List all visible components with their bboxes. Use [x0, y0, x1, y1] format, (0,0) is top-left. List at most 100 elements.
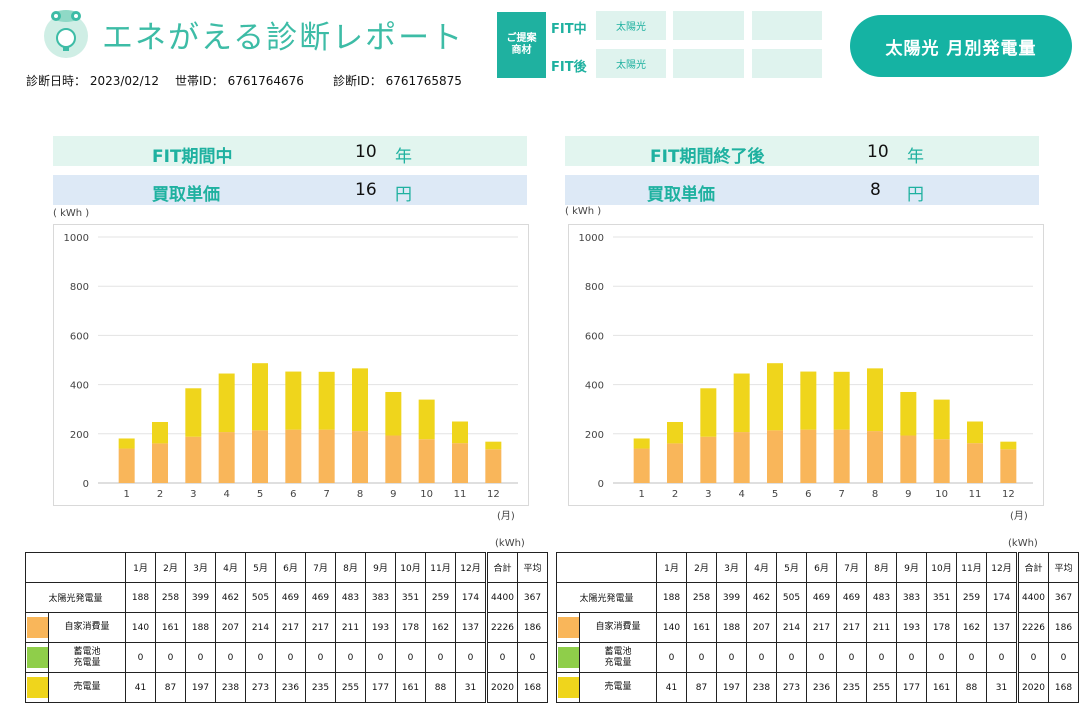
bar-self-consumption — [252, 430, 268, 483]
data-table-right: 1月 2月 3月 4月 5月 6月 7月 8月 9月 10月 11月 12月 合計 平均 太陽光発電量 188… — [556, 552, 1079, 703]
y-tick-label: 1000 — [64, 233, 89, 244]
bar-sold — [667, 421, 683, 444]
column-header: 合計 — [1016, 552, 1049, 583]
table-cell: 214 — [776, 612, 807, 643]
bar-sold — [900, 391, 917, 436]
table-cell: 207 — [215, 612, 246, 643]
x-tick-label: 11 — [969, 489, 982, 500]
row-label: 自家消費量 — [579, 612, 657, 643]
after-price-value: 8 — [870, 180, 881, 200]
column-header: 2月 — [155, 552, 186, 583]
price-bar — [53, 175, 527, 205]
table-cell: 462 — [746, 582, 777, 613]
table-cell: 469 — [806, 582, 837, 613]
table-cell: 483 — [335, 582, 366, 613]
table-cell: 505 — [776, 582, 807, 613]
table-cell: 238 — [746, 672, 777, 703]
fit-period-bar — [53, 136, 527, 166]
bar-self-consumption — [318, 429, 335, 483]
x-tick-label: 8 — [872, 489, 878, 500]
bar-self-consumption — [418, 439, 435, 483]
column-header: 7月 — [305, 552, 336, 583]
table-cell: 177 — [365, 672, 396, 703]
y-tick-label: 400 — [585, 381, 604, 392]
row-label: 売電量 — [48, 672, 126, 703]
table-cell: 186 — [1048, 612, 1079, 643]
bar-sold — [285, 371, 302, 430]
table-cell: 235 — [305, 672, 336, 703]
x-tick-label: 11 — [454, 489, 467, 500]
column-header: 平均 — [517, 552, 548, 583]
bar-sold — [633, 438, 650, 449]
table-cell: 0 — [956, 642, 987, 673]
legend-swatch — [556, 612, 580, 643]
fit-period-value: 10 — [355, 142, 377, 162]
fit-after-label: FIT後 — [551, 60, 587, 75]
x-tick-label: 12 — [487, 489, 500, 500]
fit-after-slot-3 — [752, 49, 822, 78]
row-label: 蓄電池 充電量 — [579, 642, 657, 673]
table-row: 太陽光発電量 188 258 399 462 505 469 469 483 383 351 259 1… — [556, 582, 1079, 613]
table-cell: 0 — [866, 642, 897, 673]
x-tick-label: 3 — [705, 489, 711, 500]
table-cell: 41 — [125, 672, 156, 703]
chart-left: 020040060080010001 2 3 4 5 6 7 8 9 10 11 12 — [53, 224, 529, 506]
price-value: 16 — [355, 180, 377, 200]
table-cell: 367 — [517, 582, 548, 613]
table-cell: 186 — [517, 612, 548, 643]
table-cell: 0 — [836, 642, 867, 673]
fit-during-product: 太陽光 — [596, 11, 666, 40]
y-tick-label: 600 — [70, 331, 89, 342]
table-cell: 383 — [896, 582, 927, 613]
table-cell: 0 — [335, 642, 366, 673]
table-cell: 0 — [806, 642, 837, 673]
table-cell: 178 — [926, 612, 957, 643]
bar-self-consumption — [667, 443, 683, 483]
table-cell: 41 — [656, 672, 687, 703]
table-cell: 162 — [956, 612, 987, 643]
report-title: エネがえる診断レポート — [102, 20, 465, 56]
fit-during-label: FIT中 — [551, 22, 587, 37]
y-tick-label: 800 — [585, 282, 604, 293]
after-price-label: 買取単価 — [647, 185, 715, 205]
table-cell: 211 — [335, 612, 366, 643]
table-row: 蓄電池 充電量 0 0 0 0 0 0 0 0 0 0 0 0 0 0 — [556, 642, 1079, 673]
header-blank — [556, 552, 657, 583]
column-header: 5月 — [776, 552, 807, 583]
bar-sold — [800, 371, 817, 430]
bar-sold — [118, 438, 135, 449]
row-label: 太陽光発電量 — [556, 582, 657, 613]
y-tick-label: 0 — [598, 479, 604, 490]
column-header: 6月 — [275, 552, 306, 583]
table-cell: 0 — [365, 642, 396, 673]
table-cell: 0 — [395, 642, 426, 673]
table-cell: 0 — [455, 642, 487, 673]
table-cell: 197 — [716, 672, 747, 703]
x-tick-label: 6 — [805, 489, 811, 500]
x-tick-label: 7 — [838, 489, 844, 500]
column-header: 3月 — [185, 552, 216, 583]
table-cell: 168 — [517, 672, 548, 703]
table-cell: 161 — [686, 612, 717, 643]
table-cell: 161 — [155, 612, 186, 643]
y-tick-label: 1000 — [579, 233, 604, 244]
table-cell: 0 — [1016, 642, 1049, 673]
column-header: 1月 — [656, 552, 687, 583]
monthly-generation-button[interactable]: 太陽光 月別発電量 — [850, 15, 1072, 77]
bar-sold — [967, 421, 983, 444]
bar-sold — [152, 421, 168, 444]
table-row: 蓄電池 充電量 0 0 0 0 0 0 0 0 0 0 0 0 0 0 — [25, 642, 548, 673]
table-cell: 462 — [215, 582, 246, 613]
fit-after-slot-2 — [673, 49, 744, 78]
bar-self-consumption — [152, 443, 168, 483]
bar-sold — [700, 388, 717, 437]
x-tick-label: 1 — [123, 489, 129, 500]
x-tick-label: 2 — [672, 489, 678, 500]
bar-self-consumption — [933, 439, 950, 483]
table-cell: 2226 — [1016, 612, 1049, 643]
table-cell: 162 — [425, 612, 456, 643]
table-cell: 0 — [716, 642, 747, 673]
table-cell: 193 — [365, 612, 396, 643]
table-cell: 258 — [686, 582, 717, 613]
row-label: 太陽光発電量 — [25, 582, 126, 613]
